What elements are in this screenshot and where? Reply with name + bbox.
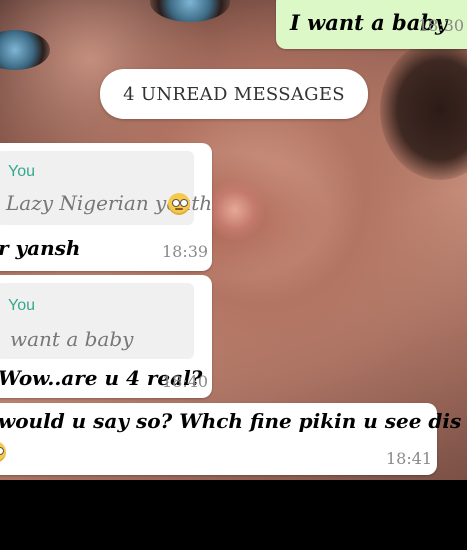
unread-messages-banner: 4 UNREAD MESSAGES [100, 69, 368, 119]
wallpaper-hair [380, 40, 467, 180]
quoted-sender: You [8, 297, 35, 314]
message-text: r yansh [0, 236, 81, 260]
message-time: 18:40 [162, 372, 209, 391]
message-time: 18:41 [386, 449, 433, 468]
outgoing-message-bubble[interactable]: I want a baby 18:30 [276, 0, 467, 49]
quoted-message[interactable]: You want a baby [0, 283, 194, 359]
rolling-eyes-emoji-icon [168, 193, 190, 215]
incoming-message-bubble[interactable]: You want a baby Wow..are u 4 real? 18:40 [0, 275, 212, 398]
thinking-face-emoji-icon [0, 441, 6, 463]
quoted-sender: You [8, 163, 35, 180]
unread-messages-label: 4 UNREAD MESSAGES [123, 83, 345, 105]
quoted-message[interactable]: You Lazy Nigerian youth [0, 151, 212, 225]
message-time: 18:30 [418, 16, 465, 35]
incoming-message-bubble[interactable]: You Lazy Nigerian youth r yansh 18:39 [0, 143, 212, 271]
wallpaper-eye-left [0, 30, 50, 70]
incoming-message-bubble[interactable]: would u say so? Whch fine pikin u see di… [0, 403, 467, 475]
message-text: would u say so? Whch fine pikin u see di… [0, 409, 467, 433]
chat-screen: I want a baby 18:30 4 UNREAD MESSAGES Yo… [0, 0, 467, 480]
bottom-bar [0, 480, 467, 550]
wallpaper-lips [205, 180, 265, 240]
wallpaper-eye-right [150, 0, 230, 22]
message-time: 18:39 [162, 242, 209, 261]
quoted-text: want a baby [10, 327, 134, 351]
